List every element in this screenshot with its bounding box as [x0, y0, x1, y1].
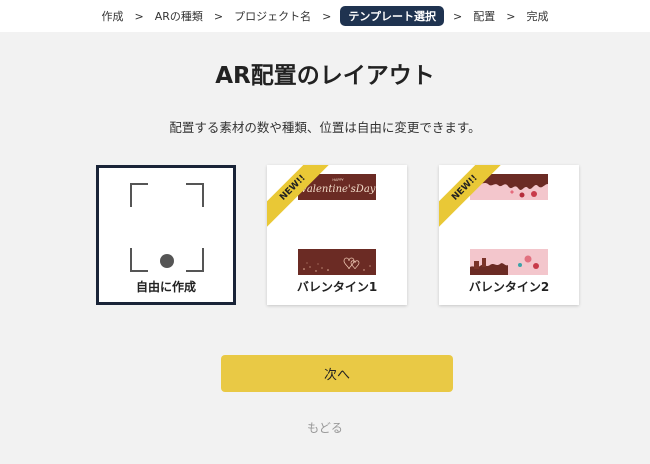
step-placement: 配置: [473, 10, 496, 23]
back-link[interactable]: もどる: [0, 419, 650, 436]
breadcrumb-separator: >: [322, 9, 332, 23]
breadcrumb-separator: >: [453, 9, 463, 23]
template-label: 自由に作成: [135, 280, 196, 294]
step-template-select: テンプレート選択: [340, 6, 445, 26]
breadcrumb-separator: >: [506, 9, 516, 23]
template-card-valentine-2[interactable]: NEW!! バレンタイン2: [439, 165, 579, 305]
template-label: バレンタイン1: [296, 280, 378, 294]
breadcrumb: 作成 > ARの種類 > プロジェクト名 > テンプレート選択 > 配置 > 完…: [0, 0, 650, 32]
new-badge: NEW!!: [267, 165, 337, 235]
template-card-valentine-1[interactable]: HAPPY Valentine'sDay NEW!! バレンタイン1: [267, 165, 407, 305]
new-badge: NEW!!: [439, 165, 509, 235]
step-project-name[interactable]: プロジェクト名: [232, 8, 313, 24]
valentine-banner-bottom: [298, 249, 376, 275]
valentine-banner-bottom: [470, 249, 548, 275]
breadcrumb-separator: >: [213, 9, 224, 23]
step-complete: 完成: [526, 10, 549, 23]
next-button[interactable]: 次へ: [221, 355, 453, 392]
template-label: バレンタイン2: [468, 280, 550, 294]
step-create[interactable]: 作成: [100, 8, 126, 24]
breadcrumb-separator: >: [134, 9, 144, 23]
template-card-free[interactable]: 自由に作成: [96, 165, 236, 305]
step-ar-type[interactable]: ARの種類: [153, 8, 205, 24]
page-subtitle: 配置する素材の数や種類、位置は自由に変更できます。: [169, 120, 481, 135]
page-title: AR配置のレイアウト: [215, 63, 435, 89]
